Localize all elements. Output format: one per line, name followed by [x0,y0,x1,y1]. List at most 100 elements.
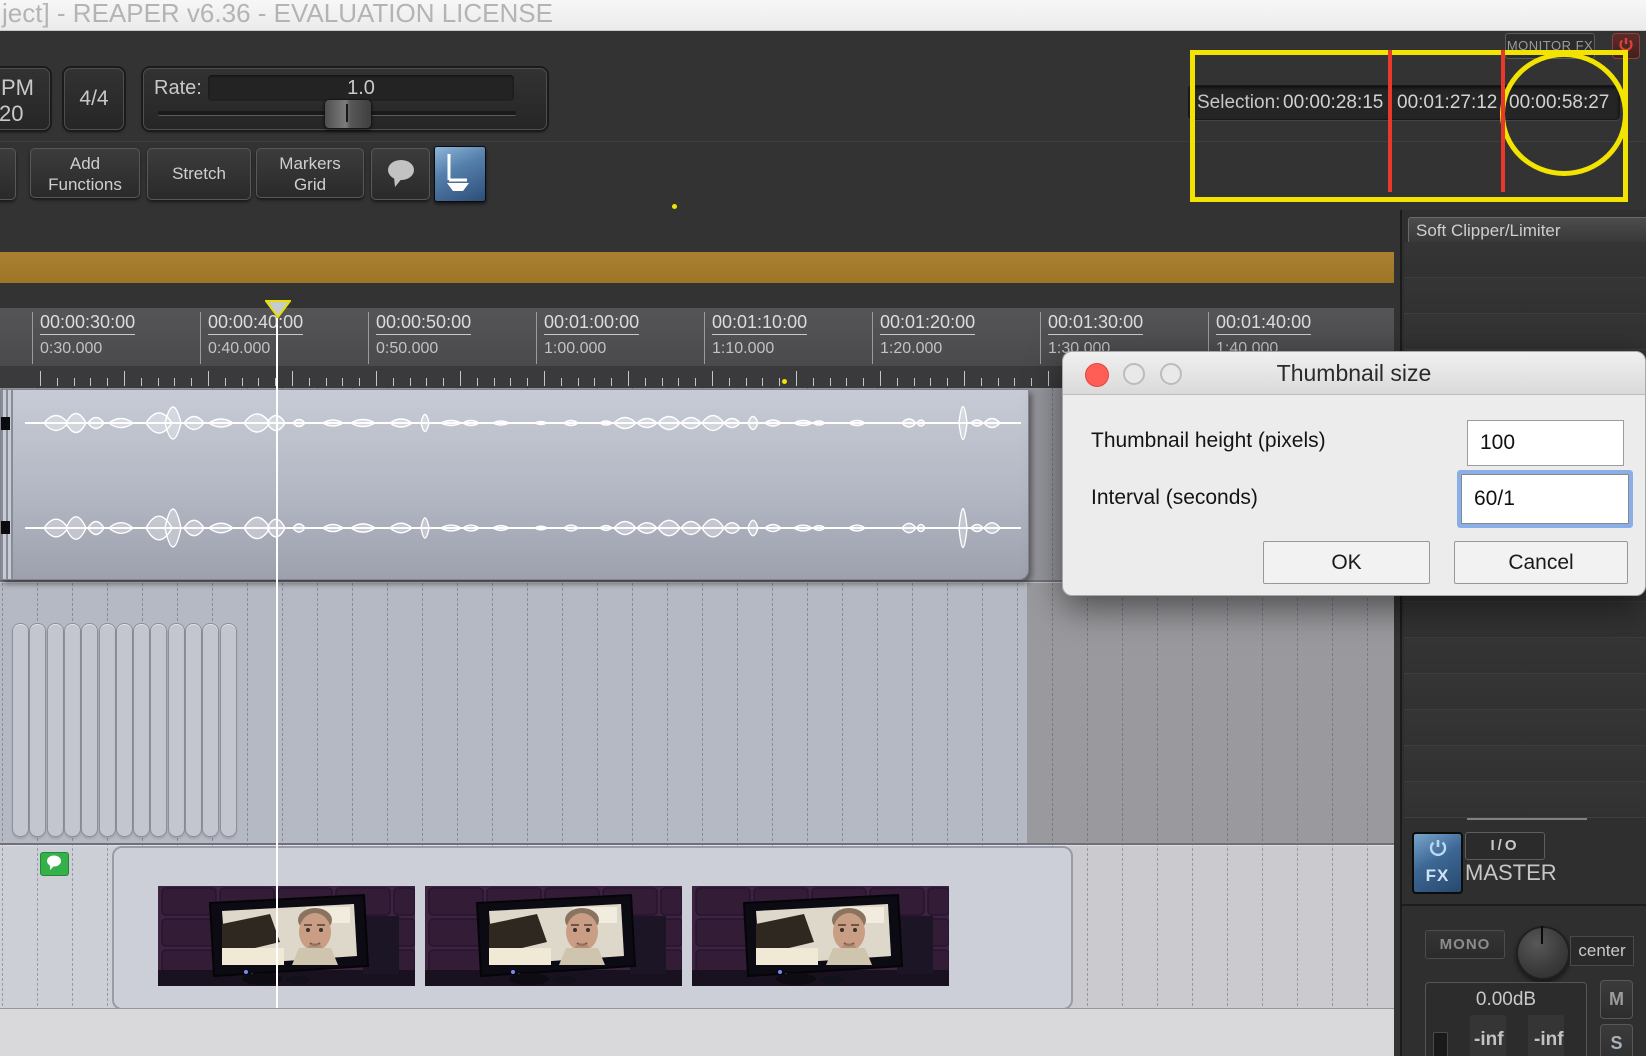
rtick [980,378,982,386]
monitor-fx-button[interactable]: MONITOR FX [1505,33,1595,59]
rtick [157,378,159,386]
pill[interactable] [63,623,81,837]
annotation-red-line [1388,50,1392,192]
markers-grid-button[interactable]: Markers Grid [256,148,364,198]
loop-region-bar[interactable] [0,252,1394,283]
rtick [846,378,848,386]
fx-empty-slot[interactable] [1404,674,1646,710]
pill[interactable] [29,623,47,837]
mono-button[interactable]: MONO [1425,930,1505,959]
rtick [829,378,831,386]
master-track-name: MASTER [1465,860,1557,885]
knob-pointer [1541,926,1543,944]
time-signature-value: 4/4 [79,87,109,110]
rtick [56,378,58,386]
rtick [644,378,646,386]
pill[interactable] [185,623,202,837]
toolbar-partial-button[interactable] [0,148,16,200]
stretch-button[interactable]: Stretch [147,148,251,200]
rtick [342,378,344,386]
autoscroll-view-button[interactable] [434,146,486,202]
rtick [392,378,394,386]
time-signature-box[interactable]: 4/4 [64,68,124,130]
rtick [947,378,949,386]
rate-slider-handle[interactable] [324,99,372,129]
rate-label: Rate: [154,77,202,99]
rtick [913,378,915,386]
zoom-button[interactable] [1160,363,1182,385]
close-button[interactable] [1085,363,1109,387]
fx-empty-slot[interactable] [1404,782,1646,818]
panel-divider [1402,904,1646,906]
rtick [241,378,243,386]
rtick [443,378,445,386]
autoscroll-icon [447,154,469,191]
dialog-title: Thumbnail size [1276,360,1432,386]
video-thumbnail [158,886,415,986]
rtick [779,378,781,386]
pill[interactable] [133,623,151,837]
cancel-button[interactable]: Cancel [1454,541,1628,584]
thumbnail-height-input[interactable] [1467,420,1624,466]
rtick [611,378,613,386]
fx-empty-slot[interactable] [1404,242,1646,278]
rtick tall [376,371,377,386]
playhead-cursor[interactable] [276,318,278,1008]
rtick [762,378,764,386]
solo-button[interactable]: S [1600,1024,1633,1056]
fx-empty-slot[interactable] [1404,638,1646,674]
fx-empty-slot[interactable] [1404,314,1646,350]
pill[interactable] [115,623,133,837]
stereo-waveform [27,405,1021,549]
fx-empty-slot[interactable] [1404,710,1646,746]
fx-empty-slot[interactable] [1404,746,1646,782]
add-functions-button[interactable]: Add Functions [30,148,140,198]
pill[interactable] [150,623,168,837]
rtick tall [1048,371,1049,386]
master-volume-box[interactable]: 0.00dB -inf -inf [1425,982,1587,1056]
rtick [308,378,310,386]
pill[interactable] [98,623,116,837]
pill[interactable] [219,623,237,837]
pill[interactable] [81,623,99,837]
mute-button[interactable]: M [1600,980,1633,1019]
rtick tall [964,371,965,386]
ok-button[interactable]: OK [1263,541,1430,584]
dialog-titlebar[interactable]: Thumbnail size [1063,352,1645,395]
midi-pill-lane[interactable] [0,623,260,837]
fx-empty-slot[interactable] [1404,278,1646,314]
pill[interactable] [46,623,64,837]
stretch-label: Stretch [172,164,226,183]
master-io-button[interactable]: I/O [1465,832,1545,860]
fx-slot-soft-clipper[interactable]: Soft Clipper/Limiter [1408,217,1646,244]
pill[interactable] [12,623,29,837]
item-note-icon[interactable] [40,852,69,876]
selection-readout[interactable]: Selection: 00:00:28:15 00:01:27:12 00:00… [1188,85,1620,120]
pill[interactable] [167,623,185,837]
notes-bubble-button[interactable] [371,148,430,200]
fx-empty-slot[interactable] [1404,602,1646,638]
power-icon [1619,38,1633,52]
pill[interactable] [202,623,220,837]
video-item[interactable] [112,846,1073,1010]
rtick [728,378,730,386]
bpm-box[interactable]: PM 20 [0,68,50,130]
track-divider[interactable] [0,843,1394,845]
interval-label: Interval (seconds) [1091,486,1258,509]
volume-fader-handle[interactable] [1433,1032,1448,1056]
edit-cursor-marker[interactable] [265,300,291,319]
rtick [510,378,512,386]
rtick [560,378,562,386]
minimize-button[interactable] [1123,363,1145,385]
volume-value: 0.00dB [1475,989,1537,1010]
empty-track-strip[interactable] [0,1008,1394,1056]
audio-item[interactable] [0,389,1029,580]
panel-resize-handle[interactable] [1467,818,1587,820]
rtick [527,378,529,386]
master-fx-button[interactable]: FX [1412,832,1463,894]
pan-knob[interactable] [1516,926,1570,980]
video-thumbnail [692,886,949,986]
monitor-fx-power-button[interactable] [1612,33,1640,59]
interval-input[interactable] [1461,474,1629,524]
rtick [258,378,260,386]
